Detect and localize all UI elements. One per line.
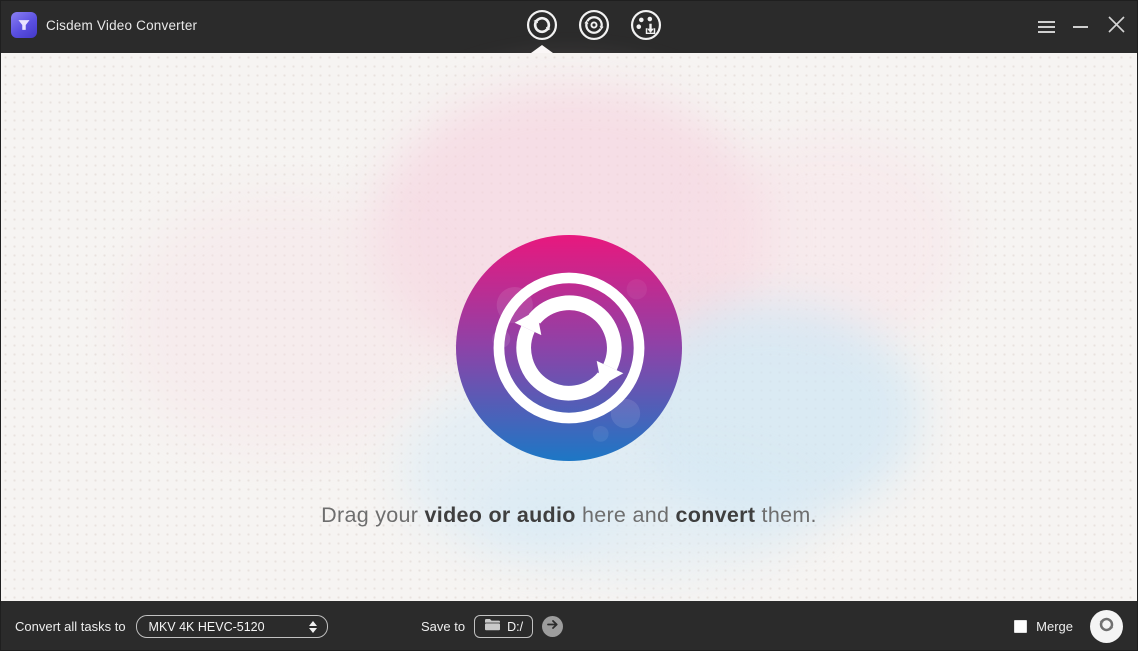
drop-zone[interactable]: Drag your video or audio here and conver… xyxy=(1,53,1137,601)
stepper-arrows-icon xyxy=(309,621,317,633)
watercolor-blob xyxy=(121,193,451,453)
close-button[interactable] xyxy=(1099,1,1133,53)
tab-toolbox[interactable] xyxy=(577,10,611,44)
close-icon xyxy=(1108,16,1125,38)
tab-video-download[interactable] xyxy=(629,10,663,44)
save-to-label: Save to xyxy=(421,619,465,634)
save-path-value: D:/ xyxy=(507,620,523,634)
tab-convert[interactable] xyxy=(525,10,559,44)
toolbox-icon xyxy=(577,8,611,47)
merge-label: Merge xyxy=(1036,619,1073,634)
convert-icon xyxy=(1094,612,1119,642)
video-download-icon xyxy=(629,8,663,47)
hero-convert-icon xyxy=(456,235,682,461)
drop-hint-text: Drag your video or audio here and conver… xyxy=(1,503,1137,528)
menu-button[interactable] xyxy=(1031,1,1061,53)
output-format-value: MKV 4K HEVC-5120 xyxy=(149,620,309,634)
minimize-icon xyxy=(1073,26,1088,28)
merge-checkbox[interactable] xyxy=(1014,620,1027,633)
arrow-right-icon xyxy=(546,618,559,636)
active-tab-notch xyxy=(531,45,553,53)
output-format-select[interactable]: MKV 4K HEVC-5120 xyxy=(136,615,328,638)
start-convert-button[interactable] xyxy=(1090,610,1123,643)
titlebar: Cisdem Video Converter xyxy=(1,1,1137,53)
minimize-button[interactable] xyxy=(1065,1,1095,53)
app-window: Cisdem Video Converter xyxy=(0,0,1138,651)
app-title: Cisdem Video Converter xyxy=(46,18,197,33)
folder-icon xyxy=(484,618,501,636)
convert-icon xyxy=(525,8,559,47)
app-logo-icon xyxy=(11,12,37,38)
open-folder-button[interactable] xyxy=(542,616,563,637)
save-path-button[interactable]: D:/ xyxy=(474,615,533,638)
footer-bar: Convert all tasks to MKV 4K HEVC-5120 Sa… xyxy=(1,601,1137,651)
app-identity: Cisdem Video Converter xyxy=(11,12,197,38)
watercolor-blob xyxy=(701,133,961,353)
convert-all-label: Convert all tasks to xyxy=(15,619,126,634)
hamburger-icon xyxy=(1038,21,1055,33)
